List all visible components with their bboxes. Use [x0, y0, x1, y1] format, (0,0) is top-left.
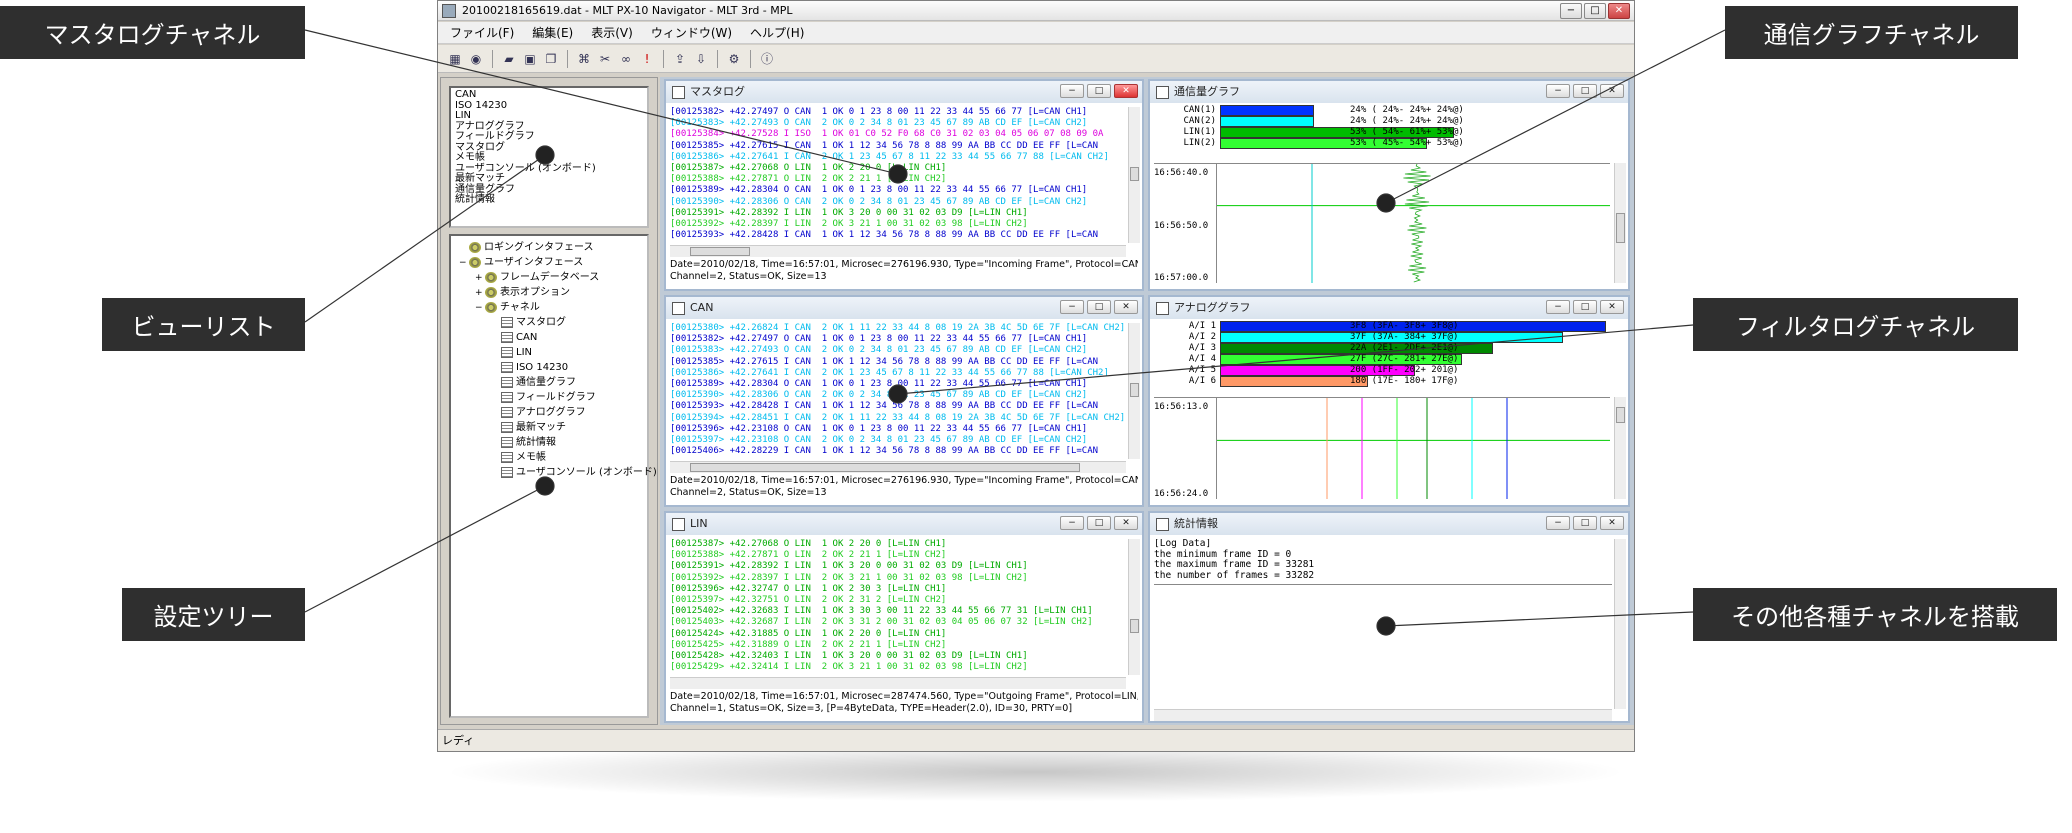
callout-dot-master-log [888, 164, 908, 184]
callout-master-log: マスタログチャネル [0, 6, 305, 59]
callout-dot-traffic-graph [1376, 193, 1396, 213]
callout-view-list: ビューリスト [102, 298, 305, 351]
callout-dot-settings-tree [535, 476, 555, 496]
callout-settings-tree: 設定ツリー [122, 588, 305, 641]
callout-filter-log: フィルタログチャネル [1693, 298, 2018, 351]
callout-others: その他各種チャネルを搭載 [1693, 588, 2057, 641]
callout-lines [304, 29, 1726, 636]
callout-dot-others [1376, 616, 1396, 636]
callout-traffic-graph: 通信グラフチャネル [1725, 6, 2018, 59]
callout-dot-filter-log [888, 384, 908, 404]
callout-dot-view-list [535, 145, 555, 165]
